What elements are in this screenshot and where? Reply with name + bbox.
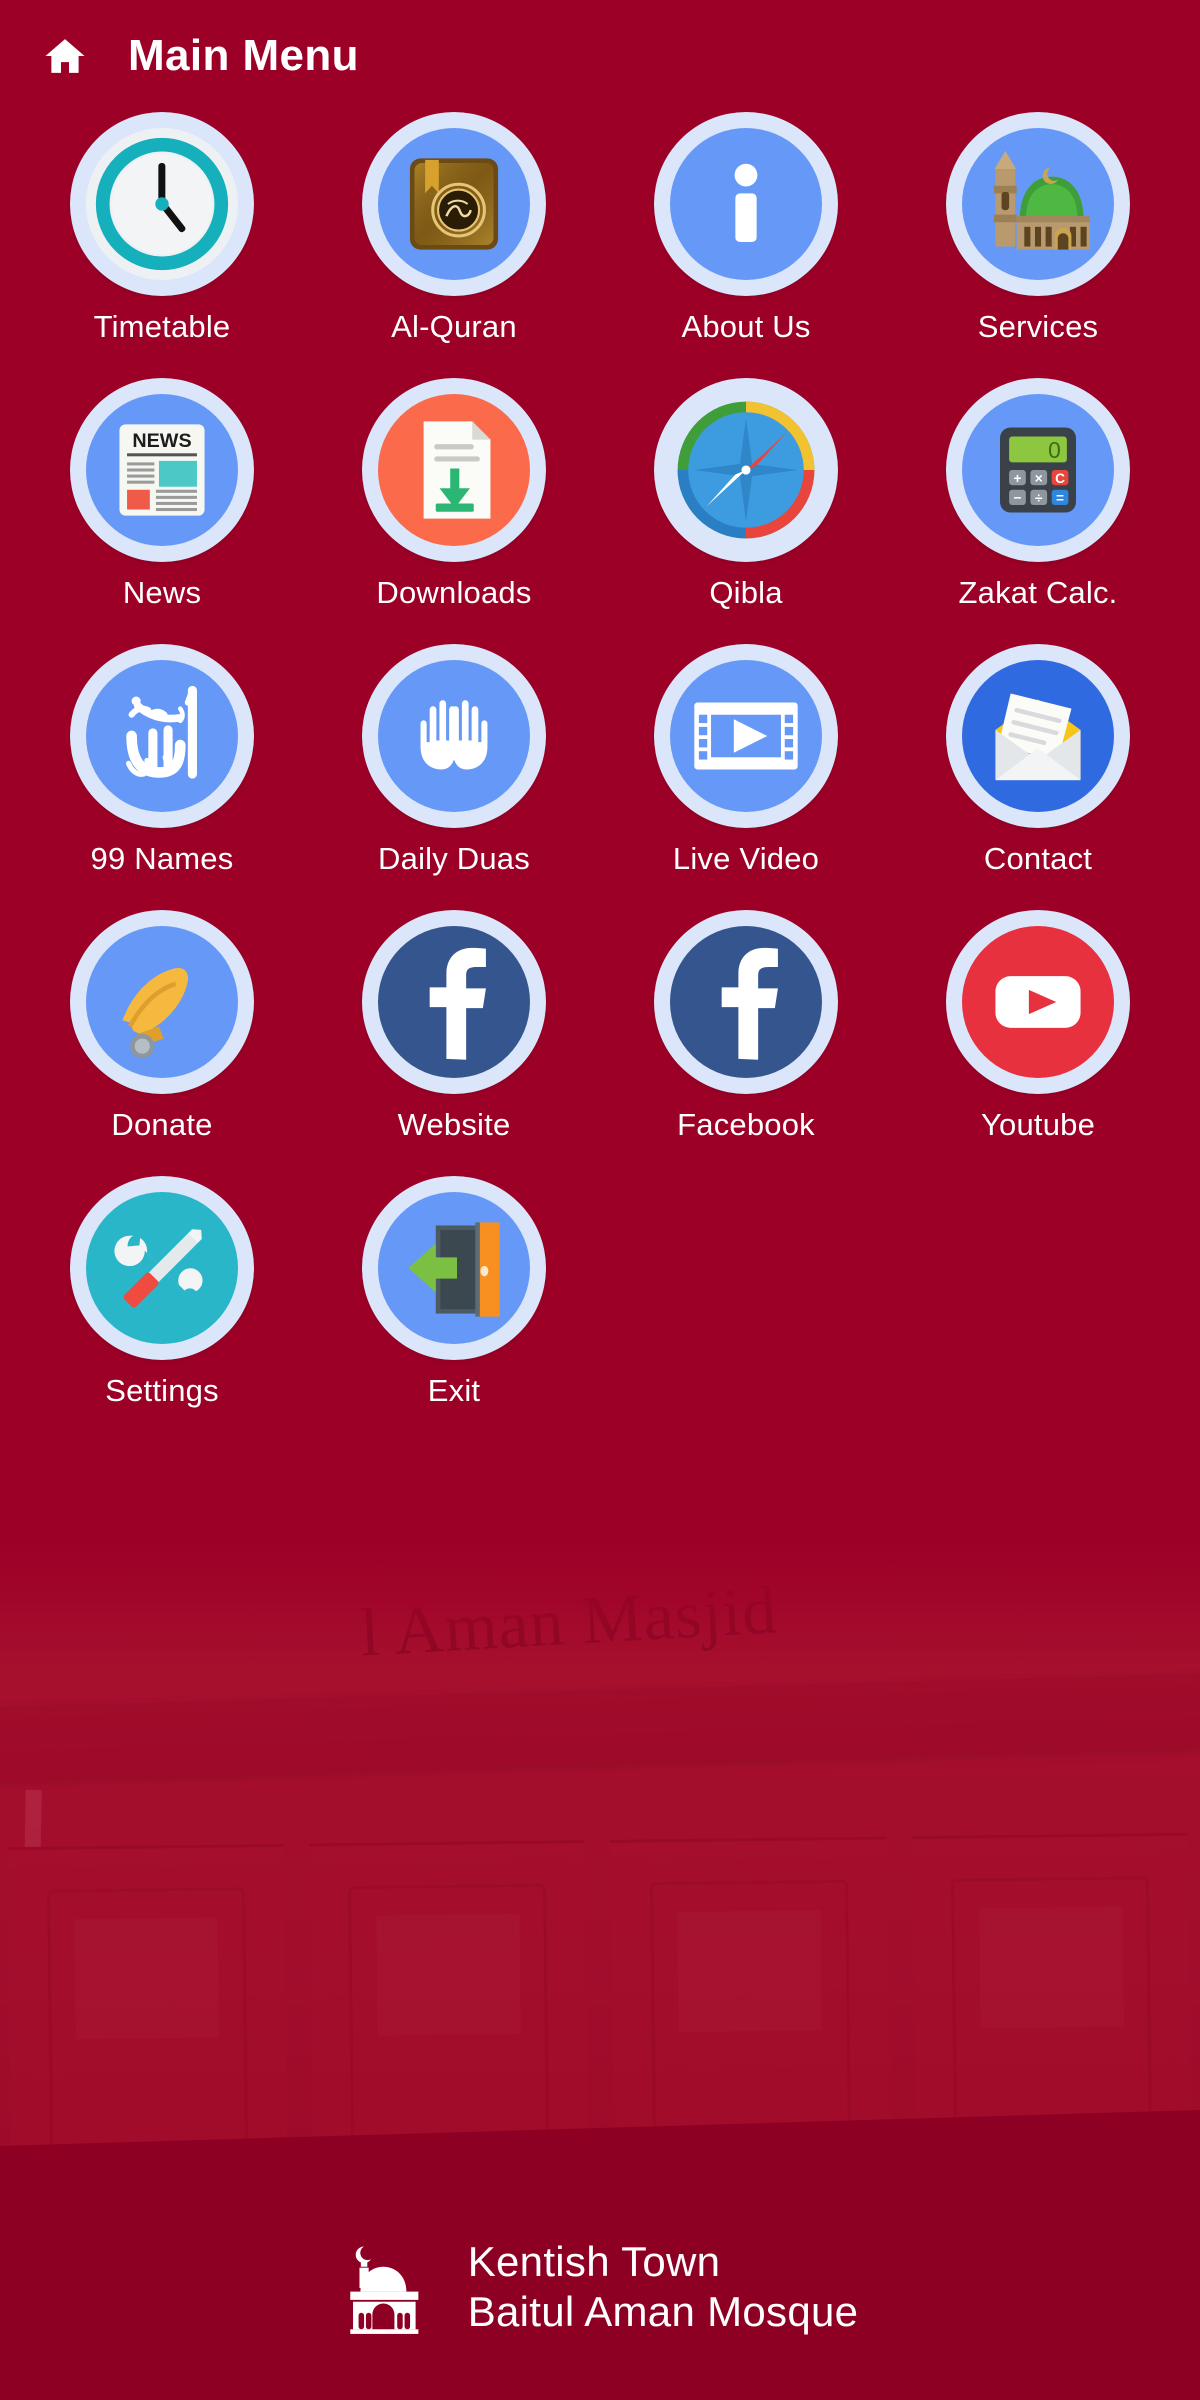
allah-calligraphy-icon [86,660,238,813]
menu-item-facebook[interactable]: Facebook [600,910,892,1142]
menu-item-youtube[interactable]: Youtube [892,910,1184,1142]
facebook-icon [670,926,822,1079]
menu-item-label: 99 Names [90,841,234,877]
page-title: Main Menu [128,31,359,80]
menu-item-qibla[interactable]: Qibla [600,378,892,610]
newspaper-icon: NEWS [86,394,238,547]
menu-item-label: Youtube [980,1107,1096,1143]
quran-book-icon [378,128,530,280]
icon-badge [654,910,838,1095]
icon-badge: NEWS [70,378,254,563]
icon-badge [362,644,546,829]
icon-badge [70,910,254,1095]
mosque-logo-icon [349,2246,419,2334]
menu-item-label: Exit [427,1373,481,1409]
calculator-key: × [1035,471,1043,486]
icon-badge [654,378,838,563]
footer-mosque-name: Kentish Town Baitul Aman Mosque [468,2237,859,2336]
menu-item-news[interactable]: NEWS News [16,378,308,610]
menu-item-label: Timetable [93,309,231,344]
menu-item-99-names[interactable]: 99 Names [16,644,308,876]
menu-item-label: Live Video [672,841,820,877]
info-icon [670,128,822,280]
menu-item-label: Facebook [677,1107,815,1143]
menu-item-services[interactable]: Services [892,112,1184,344]
envelope-letter-icon [962,660,1114,813]
app-header: Main Menu [0,0,1200,112]
icon-badge [362,378,546,563]
icon-badge [70,112,254,296]
icon-badge [654,112,838,296]
menu-item-al-quran[interactable]: Al-Quran [308,112,600,344]
menu-item-label: Qibla [709,575,783,611]
home-icon[interactable] [42,33,88,79]
menu-item-label: Services [977,309,1099,344]
menu-item-live-video[interactable]: Live Video [600,644,892,876]
icon-badge [946,112,1130,296]
menu-item-website[interactable]: Website [308,910,600,1142]
menu-item-label: Daily Duas [378,841,530,877]
menu-item-daily-duas[interactable]: Daily Duas [308,644,600,876]
main-menu-grid: Timetable Al-Quran About Us Services NEW… [0,112,1200,1408]
icon-badge [70,644,254,829]
menu-item-downloads[interactable]: Downloads [308,378,600,610]
download-document-icon [378,394,530,547]
menu-item-label: Al-Quran [391,309,517,344]
film-play-icon [670,660,822,813]
menu-item-about-us[interactable]: About Us [600,112,892,344]
mosque-icon [962,128,1114,280]
menu-item-label: Donate [111,1107,213,1143]
menu-item-label: About Us [681,309,811,344]
menu-item-contact[interactable]: Contact [892,644,1184,876]
clock-icon [86,128,238,280]
news-masthead: NEWS [132,430,191,452]
exit-door-icon [378,1192,530,1345]
calculator-key: = [1056,491,1064,506]
calculator-display: 0 [1048,437,1061,463]
menu-item-zakat-calculator[interactable]: 0 + × C − ÷ = Zakat Calc. [892,378,1184,610]
menu-item-label: Downloads [376,575,532,611]
icon-badge [70,1176,254,1361]
menu-item-exit[interactable]: Exit [308,1176,600,1408]
hand-coin-icon [86,926,238,1079]
menu-item-timetable[interactable]: Timetable [16,112,308,344]
icon-badge [362,112,546,296]
icon-badge [654,644,838,829]
compass-icon [670,394,822,547]
calculator-key: − [1013,491,1021,506]
calculator-key: + [1013,471,1021,486]
app-footer: Kentish Town Baitul Aman Mosque [0,2177,1200,2397]
icon-badge [362,910,546,1095]
tools-icon [86,1192,238,1345]
icon-badge [946,644,1130,829]
menu-item-label: Website [397,1107,511,1143]
youtube-icon [962,926,1114,1079]
background-fade [0,1540,1200,1670]
menu-item-donate[interactable]: Donate [16,910,308,1142]
menu-item-label: Contact [983,841,1093,877]
facebook-icon [378,926,530,1079]
footer-line-2: Baitul Aman Mosque [467,2288,859,2335]
praying-hands-icon [378,660,530,813]
footer-line-1: Kentish Town [467,2238,721,2286]
calculator-key: C [1055,471,1065,486]
icon-badge: 0 + × C − ÷ = [946,378,1130,563]
menu-item-label: Zakat Calc. [958,575,1118,611]
icon-badge [362,1176,546,1361]
icon-badge [946,910,1130,1095]
calculator-key: ÷ [1035,491,1043,506]
menu-item-label: News [122,575,202,611]
calculator-icon: 0 + × C − ÷ = [962,394,1114,547]
menu-item-label: Settings [105,1373,219,1409]
menu-item-settings[interactable]: Settings [16,1176,308,1408]
